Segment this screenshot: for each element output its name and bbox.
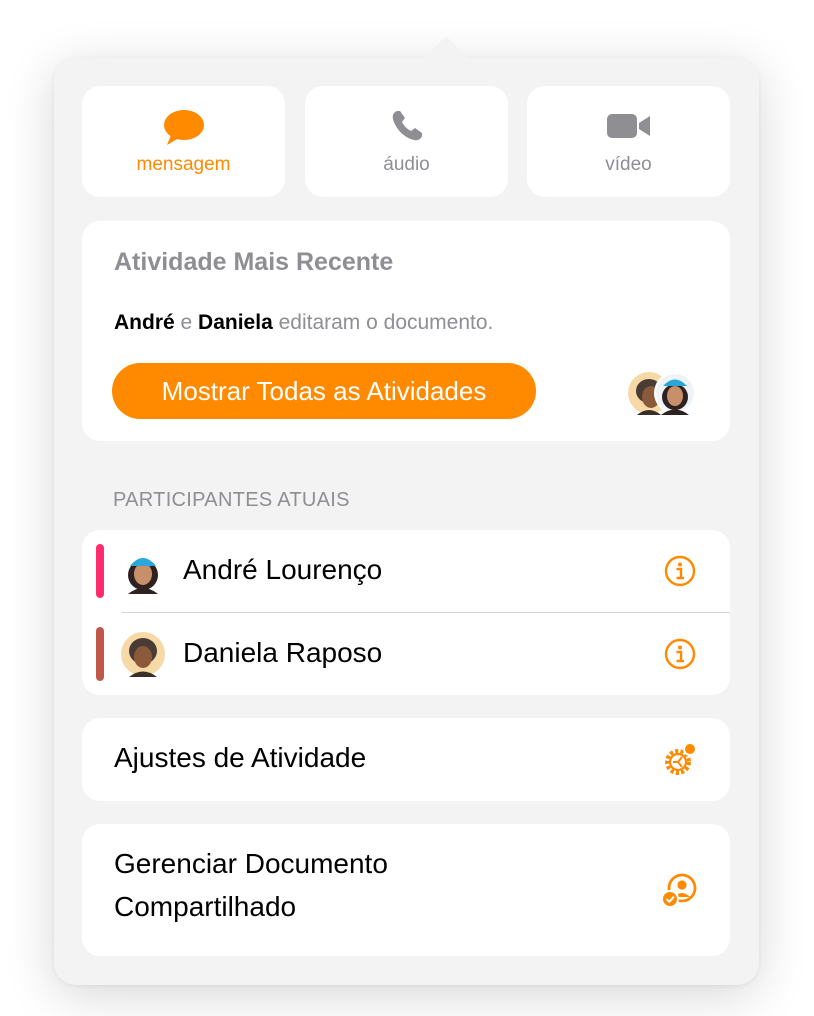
participant-row[interactable]: André Lourenço (82, 530, 730, 613)
popover-arrow (422, 36, 470, 60)
manage-label-line2: Compartilhado (114, 891, 297, 923)
audio-button[interactable]: áudio (305, 86, 508, 197)
info-icon[interactable] (664, 638, 696, 670)
manage-shared-document-row[interactable]: Gerenciar Documento Compartilhado (82, 824, 730, 956)
message-label: mensagem (136, 154, 231, 175)
manage-label-line1: Gerenciar Documento (114, 848, 388, 879)
recent-activity-title: Atividade Mais Recente (114, 248, 394, 276)
recent-avatars (627, 371, 699, 415)
participant-avatar (120, 548, 166, 594)
show-all-activities-button[interactable]: Mostrar Todas as Atividades (112, 363, 536, 419)
audio-label: áudio (383, 154, 430, 175)
activity-settings-gear-icon (660, 740, 700, 780)
activity-settings-row[interactable]: Ajustes de Atividade (82, 718, 730, 801)
manage-shared-person-icon (660, 870, 700, 910)
recent-activity-text: André e Daniela editaram o documento. (114, 311, 493, 335)
video-button[interactable]: vídeo (527, 86, 730, 197)
participant-row[interactable]: Daniela Raposo (82, 613, 730, 695)
message-button[interactable]: mensagem (82, 86, 285, 197)
activity-suffix: editaram o documento. (272, 311, 494, 334)
avatar-daniela-small (628, 372, 696, 415)
phone-icon (305, 108, 508, 144)
manage-shared-document-label: Gerenciar Documento Compartilhado (114, 848, 388, 923)
recent-activity-card: Atividade Mais Recente André e Daniela e… (82, 221, 730, 441)
activity-settings-label: Ajustes de Atividade (114, 742, 367, 773)
participant-color-bar (96, 544, 104, 598)
participant-avatar (120, 631, 166, 677)
editor-name-1: André (114, 311, 175, 334)
participant-name: Daniela Raposo (183, 637, 383, 668)
video-label: vídeo (605, 154, 652, 175)
participants-header: PARTICIPANTES ATUAIS (113, 489, 350, 511)
participant-color-bar (96, 627, 104, 681)
collaboration-popover: mensagem áudio vídeo Atividade Mais Rece… (54, 36, 759, 985)
editor-name-2: Daniela (198, 311, 273, 334)
participant-name: André Lourenço (183, 554, 383, 585)
info-icon[interactable] (664, 555, 696, 587)
participants-list: André Lourenço Daniela Raposo (82, 530, 730, 695)
message-bubble-icon (82, 108, 285, 145)
video-camera-icon (527, 108, 730, 144)
conjunction: e (174, 311, 199, 334)
